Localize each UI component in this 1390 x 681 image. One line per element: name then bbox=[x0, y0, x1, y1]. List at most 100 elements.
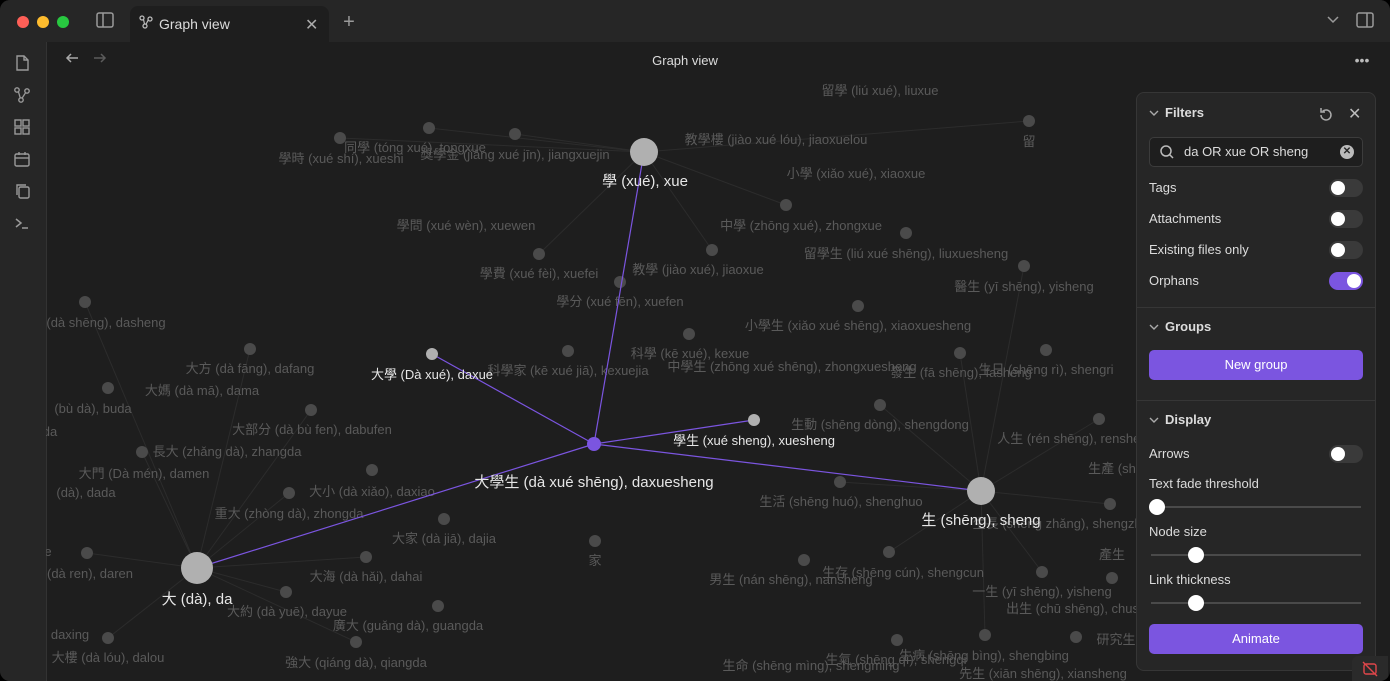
faded-node[interactable] bbox=[780, 199, 792, 211]
faded-node[interactable] bbox=[423, 122, 435, 134]
text-fade-threshold-slider-handle[interactable] bbox=[1149, 499, 1165, 515]
faded-link bbox=[980, 490, 1111, 505]
faded-node[interactable] bbox=[883, 546, 895, 558]
close-icon[interactable]: ✕ bbox=[1348, 106, 1361, 124]
faded-node[interactable] bbox=[1104, 498, 1116, 510]
clear-search-icon[interactable]: ✕ bbox=[1340, 145, 1354, 159]
text-fade-threshold-slider[interactable] bbox=[1151, 506, 1361, 508]
faded-node[interactable] bbox=[102, 632, 114, 644]
filters-title[interactable]: Filters bbox=[1165, 105, 1204, 120]
faded-node[interactable] bbox=[1070, 631, 1082, 643]
sidebar-toggle-icon[interactable] bbox=[95, 12, 115, 32]
faded-node[interactable] bbox=[280, 586, 292, 598]
maximize-window-button[interactable] bbox=[57, 16, 69, 28]
faded-node[interactable] bbox=[798, 554, 810, 566]
tab-graph-view[interactable]: Graph view ✕ bbox=[130, 6, 329, 42]
new-tab-icon[interactable]: + bbox=[339, 12, 359, 32]
faded-node[interactable] bbox=[562, 345, 574, 357]
faded-node[interactable] bbox=[954, 347, 966, 359]
new-group-button[interactable]: New group bbox=[1149, 350, 1363, 380]
faded-node[interactable] bbox=[136, 446, 148, 458]
faded-node[interactable] bbox=[244, 343, 256, 355]
faded-node-label: 大門 (Dà mén), damen bbox=[79, 466, 210, 481]
search-field[interactable]: ✕ bbox=[1149, 137, 1363, 167]
faded-node[interactable] bbox=[366, 464, 378, 476]
link-thickness-slider-handle[interactable] bbox=[1187, 595, 1204, 611]
link-thickness-slider[interactable] bbox=[1151, 602, 1361, 604]
animate-button[interactable]: Animate bbox=[1149, 624, 1363, 654]
chevron-down-icon[interactable] bbox=[1323, 12, 1343, 32]
graph-node[interactable] bbox=[587, 437, 601, 451]
faded-node-label: 生日 (shēng rì), shengri bbox=[978, 362, 1113, 377]
faded-node[interactable] bbox=[509, 128, 521, 140]
existing-files-only-toggle[interactable] bbox=[1329, 241, 1363, 259]
faded-node[interactable] bbox=[1018, 260, 1030, 272]
calendar-icon[interactable] bbox=[13, 150, 33, 170]
faded-node[interactable] bbox=[81, 547, 93, 559]
faded-node[interactable] bbox=[1036, 566, 1048, 578]
faded-node[interactable] bbox=[874, 399, 886, 411]
copy-icon[interactable] bbox=[13, 182, 33, 202]
faded-node[interactable] bbox=[900, 227, 912, 239]
graph-node[interactable] bbox=[748, 414, 760, 426]
display-title[interactable]: Display bbox=[1165, 412, 1211, 427]
faded-node[interactable] bbox=[852, 300, 864, 312]
faded-node-label: 留 bbox=[1022, 134, 1035, 149]
grid-icon[interactable] bbox=[13, 118, 33, 138]
faded-node[interactable] bbox=[614, 276, 626, 288]
tab-close-icon[interactable]: ✕ bbox=[305, 15, 318, 35]
reset-icon[interactable] bbox=[1317, 106, 1335, 124]
faded-node[interactable] bbox=[1023, 115, 1035, 127]
close-window-button[interactable] bbox=[17, 16, 29, 28]
faded-node-label: 學問 (xué wèn), xuewen bbox=[397, 218, 536, 233]
node-size-slider[interactable] bbox=[1151, 554, 1361, 556]
faded-node[interactable] bbox=[283, 487, 295, 499]
faded-node[interactable] bbox=[334, 132, 346, 144]
graph-node[interactable] bbox=[967, 477, 995, 505]
faded-node[interactable] bbox=[891, 634, 903, 646]
faded-node[interactable] bbox=[533, 248, 545, 260]
faded-node[interactable] bbox=[834, 476, 846, 488]
faded-node-label: 男生 (nán shēng), nansheng bbox=[709, 572, 872, 587]
right-sidebar-toggle-icon[interactable] bbox=[1355, 12, 1375, 32]
graph-node[interactable] bbox=[630, 138, 658, 166]
faded-node[interactable] bbox=[1040, 344, 1052, 356]
terminal-icon[interactable] bbox=[13, 214, 33, 234]
chevron-down-icon[interactable] bbox=[1149, 322, 1159, 332]
graph-node[interactable] bbox=[426, 348, 438, 360]
minimize-window-button[interactable] bbox=[37, 16, 49, 28]
node-size-slider-handle[interactable] bbox=[1187, 547, 1204, 563]
chevron-down-icon[interactable] bbox=[1149, 108, 1159, 118]
text-fade-threshold-label: Text fade threshold bbox=[1149, 476, 1259, 491]
faded-node[interactable] bbox=[102, 382, 114, 394]
faded-node-label: 大樓 (dà lóu), dalou bbox=[52, 650, 165, 665]
faded-node[interactable] bbox=[360, 551, 372, 563]
graph-icon[interactable] bbox=[13, 86, 33, 106]
sync-status-icon[interactable] bbox=[1352, 656, 1388, 681]
faded-node[interactable] bbox=[350, 636, 362, 648]
faded-node[interactable] bbox=[683, 328, 695, 340]
faded-node[interactable] bbox=[432, 600, 444, 612]
orphans-toggle[interactable] bbox=[1329, 272, 1363, 290]
faded-node[interactable] bbox=[1106, 572, 1118, 584]
faded-node[interactable] bbox=[438, 513, 450, 525]
graph-node-label: 大學生 (dà xué shēng), daxuesheng bbox=[474, 473, 713, 491]
search-input[interactable] bbox=[1184, 144, 1334, 159]
attachments-toggle[interactable] bbox=[1329, 210, 1363, 228]
tags-toggle[interactable] bbox=[1329, 179, 1363, 197]
faded-node-label: 大家 (dà jiā), dajia bbox=[392, 531, 497, 546]
faded-node[interactable] bbox=[1093, 413, 1105, 425]
faded-node[interactable] bbox=[305, 404, 317, 416]
faded-node[interactable] bbox=[589, 535, 601, 547]
arrows-toggle[interactable] bbox=[1329, 445, 1363, 463]
arrows-label: Arrows bbox=[1149, 446, 1190, 461]
faded-node[interactable] bbox=[79, 296, 91, 308]
chevron-down-icon[interactable] bbox=[1149, 415, 1159, 425]
more-options-icon[interactable]: ••• bbox=[1352, 50, 1372, 70]
graph-node[interactable] bbox=[181, 552, 213, 584]
faded-node-label: 科學家 (kē xué jiā), kexuejia bbox=[487, 363, 649, 378]
faded-node-label: 學分 (xué fēn), xuefen bbox=[556, 294, 683, 309]
faded-node[interactable] bbox=[979, 629, 991, 641]
groups-title[interactable]: Groups bbox=[1165, 319, 1211, 334]
faded-node[interactable] bbox=[706, 244, 718, 256]
